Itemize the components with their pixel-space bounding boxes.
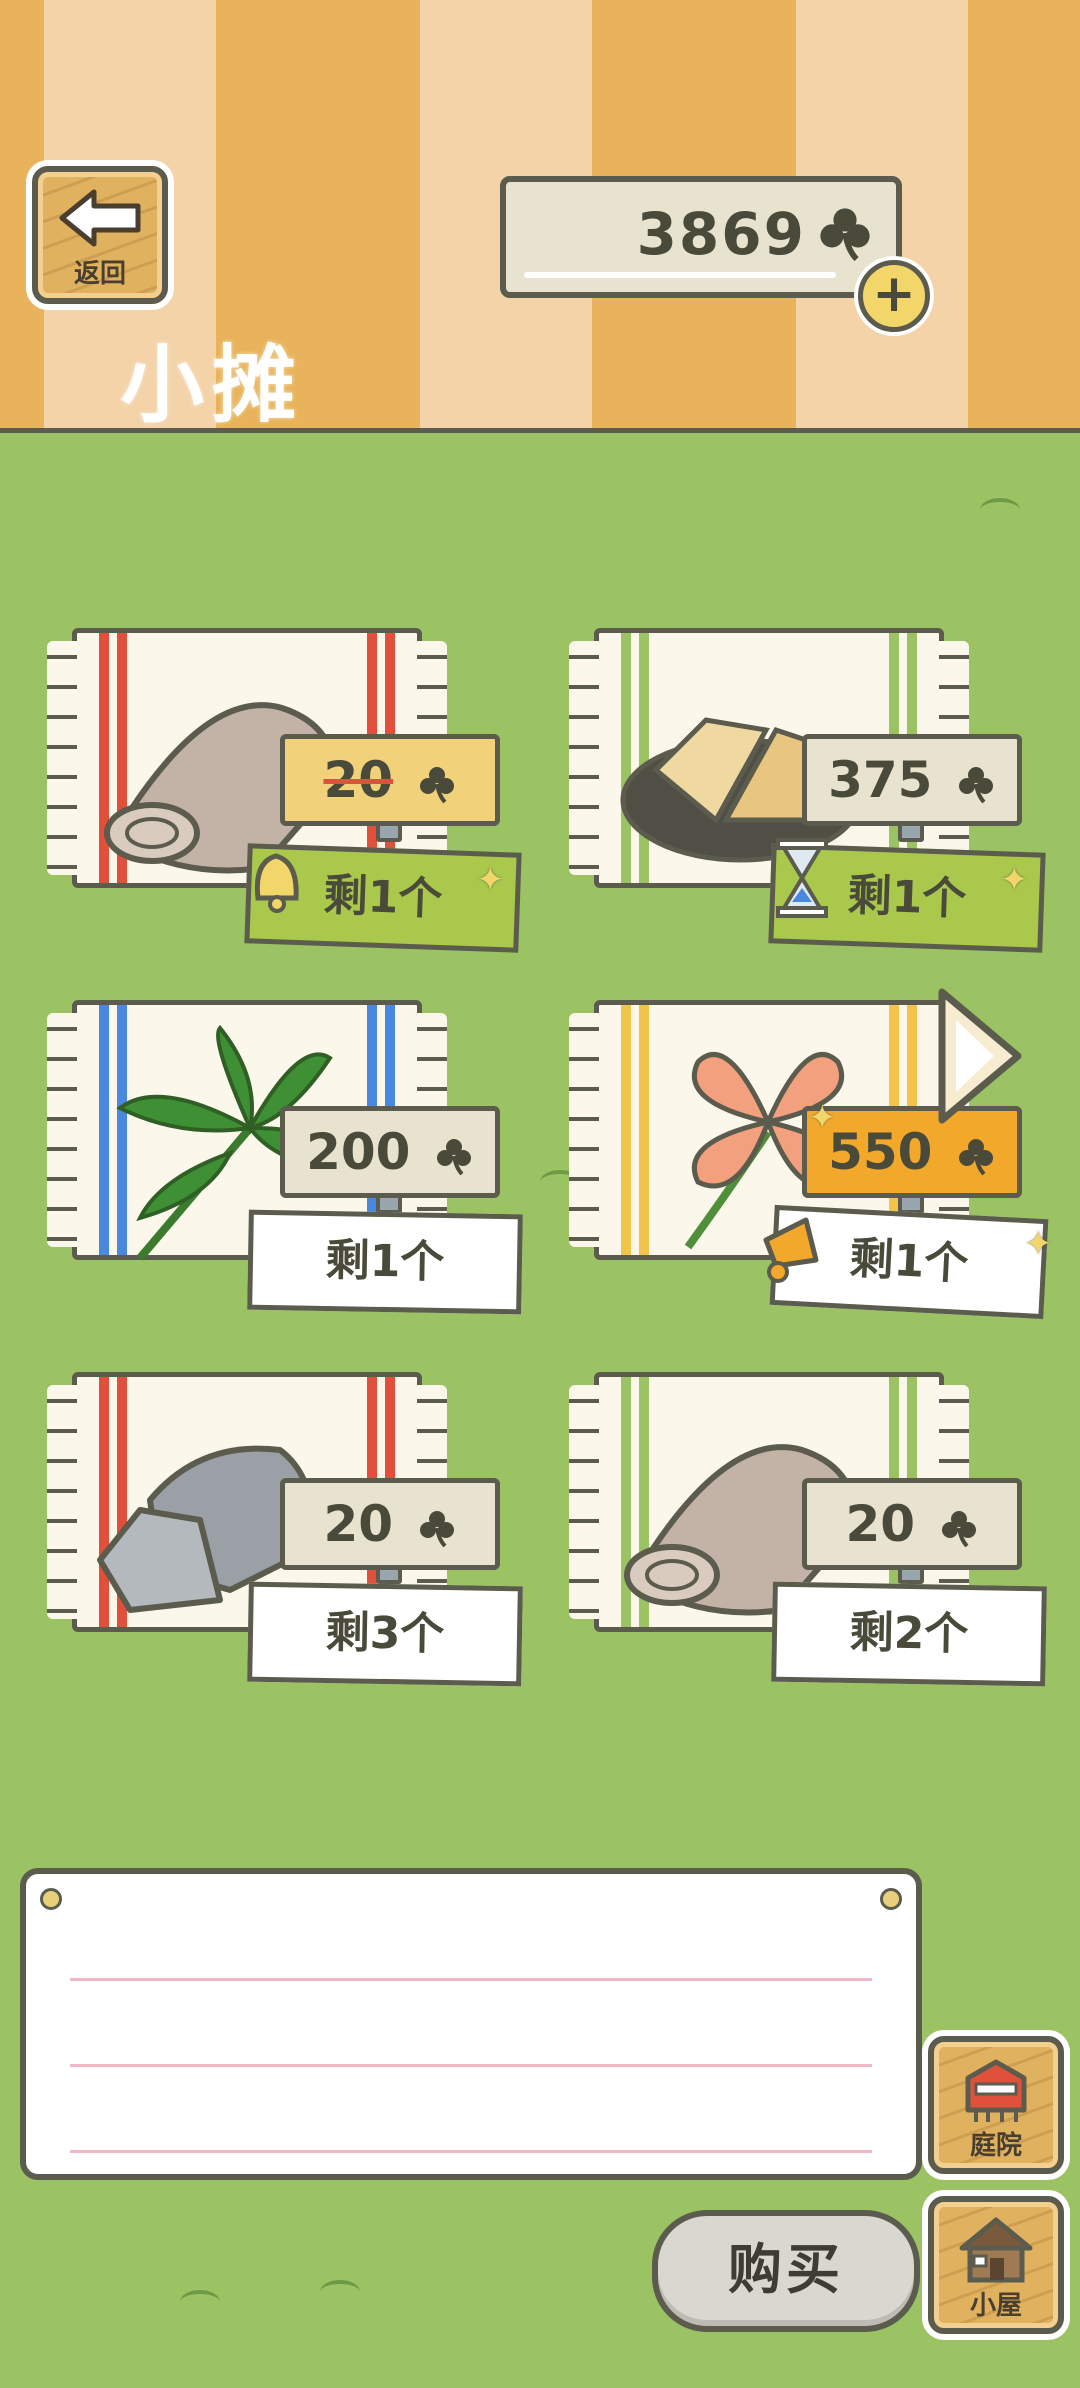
price-tag: 20	[280, 1478, 500, 1570]
plus-icon: +	[872, 264, 916, 324]
page-title: 小摊	[120, 336, 305, 434]
price-tag: 200	[280, 1106, 500, 1198]
price-value: 200	[306, 1123, 411, 1181]
price-value: 20	[323, 751, 394, 809]
back-button[interactable]: 返回	[32, 166, 168, 304]
price-tag: 375	[802, 734, 1022, 826]
sparkle-icon: ✦	[808, 1098, 837, 1138]
clover-icon	[419, 766, 454, 803]
arrow-right-icon[interactable]	[934, 986, 1026, 1126]
house-label: 小屋	[969, 2291, 1022, 2321]
price-value: 375	[828, 751, 933, 809]
grass-decoration	[980, 498, 1020, 522]
clover-icon	[958, 1138, 993, 1175]
price-tag: 20	[280, 734, 500, 826]
house-icon	[959, 2217, 1033, 2283]
clover-icon	[419, 1510, 454, 1547]
courtyard-icon	[965, 2059, 1027, 2122]
sparkle-icon: ✦	[1024, 1224, 1053, 1264]
sparkle-icon: ✦	[1000, 860, 1029, 900]
arrow-left-icon	[59, 189, 141, 247]
stock-label: 剩2个	[771, 1581, 1047, 1687]
buy-button[interactable]: 购买	[652, 2210, 920, 2332]
coin-balance-panel: 3869	[500, 176, 902, 298]
ruled-line	[70, 2150, 872, 2153]
hourglass-icon	[776, 838, 828, 918]
bell-icon	[254, 853, 299, 913]
panel-highlight	[524, 272, 836, 278]
nail-icon	[880, 1888, 902, 1910]
clover-icon	[436, 1138, 471, 1175]
price-tag: 20	[802, 1478, 1022, 1570]
add-coins-button[interactable]: +	[858, 260, 930, 332]
nail-icon	[40, 1888, 62, 1910]
courtyard-button[interactable]: 庭院	[928, 2036, 1064, 2174]
price-value: 20	[845, 1495, 916, 1553]
price-value: 20	[323, 1495, 394, 1553]
ruled-line	[70, 1978, 872, 1981]
house-button[interactable]: 小屋	[928, 2196, 1064, 2334]
stock-label: 剩1个	[247, 1209, 523, 1315]
grass-decoration	[180, 2290, 220, 2314]
megaphone-icon	[763, 1217, 819, 1283]
clover-icon	[941, 1510, 976, 1547]
clover-icon	[958, 766, 993, 803]
clover-icon	[820, 208, 870, 262]
back-label: 返回	[73, 259, 126, 289]
courtyard-label: 庭院	[969, 2131, 1022, 2161]
coin-balance: 3869	[636, 200, 806, 268]
sparkle-icon: ✦	[476, 860, 505, 900]
grass-decoration	[320, 2280, 360, 2304]
message-board	[20, 1868, 922, 2180]
price-value: 550	[828, 1123, 933, 1181]
ruled-line	[70, 2064, 872, 2067]
header-bar: 返回 小摊 3869 +	[0, 0, 1080, 434]
stock-label: 剩3个	[247, 1581, 523, 1687]
